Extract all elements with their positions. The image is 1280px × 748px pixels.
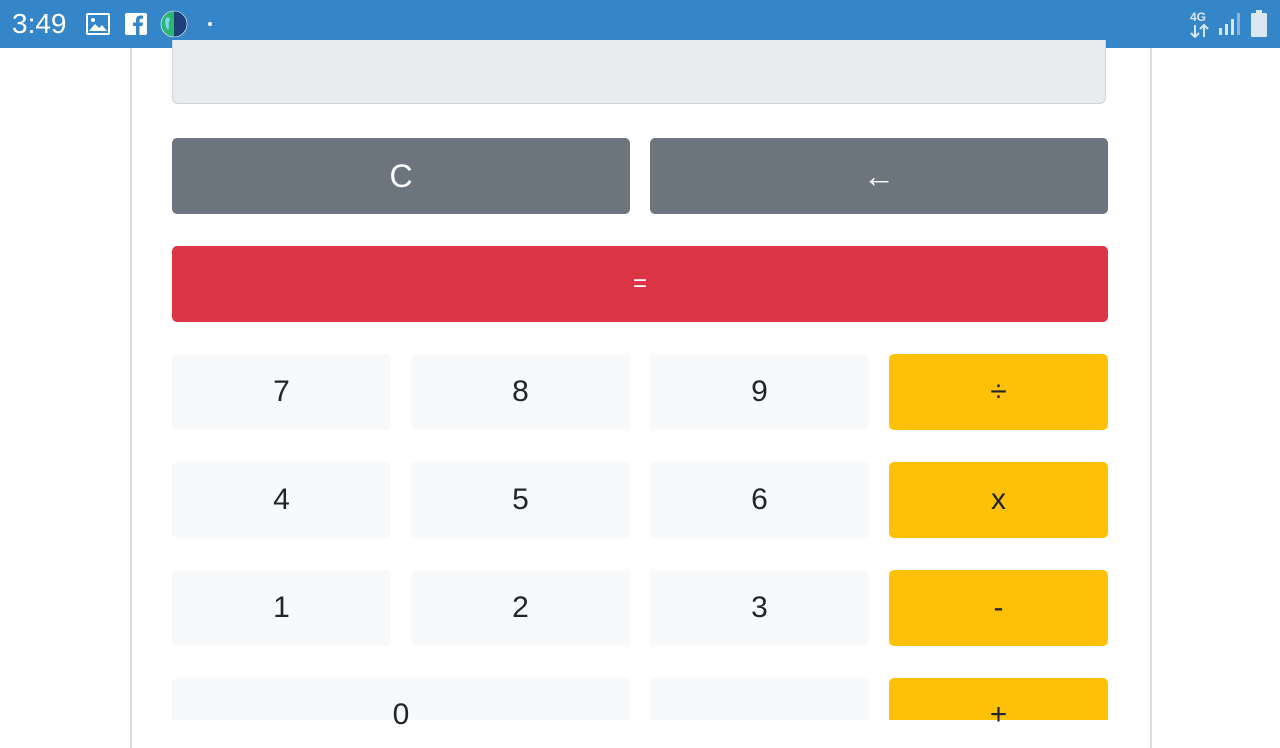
notification-dot-icon — [208, 22, 212, 26]
digit-0-button[interactable]: 0 — [172, 678, 630, 731]
digit-1-button[interactable]: 1 — [172, 570, 391, 646]
signal-icon — [1219, 13, 1240, 35]
network-type-label: 4G — [1190, 10, 1207, 24]
battery-icon — [1251, 10, 1267, 37]
clear-button[interactable]: C — [172, 138, 630, 214]
digit-7-button[interactable]: 7 — [172, 354, 391, 430]
digit-4-button[interactable]: 4 — [172, 462, 391, 538]
facebook-icon — [125, 13, 147, 35]
decimal-button[interactable] — [650, 678, 869, 720]
network-indicator: 4G — [1188, 10, 1214, 38]
gallery-icon — [86, 13, 110, 35]
network-arrows-icon — [1190, 24, 1209, 38]
digit-9-button[interactable]: 9 — [650, 354, 869, 430]
digit-8-button[interactable]: 8 — [411, 354, 630, 430]
subtract-button[interactable]: - — [889, 570, 1108, 646]
calculator-display[interactable] — [172, 40, 1106, 104]
digit-5-button[interactable]: 5 — [411, 462, 630, 538]
backspace-button[interactable]: ← — [650, 138, 1108, 214]
globe-icon — [160, 10, 188, 38]
digit-6-button[interactable]: 6 — [650, 462, 869, 538]
multiply-button[interactable]: x — [889, 462, 1108, 538]
status-time: 3:49 — [12, 8, 67, 39]
equals-button[interactable]: = — [172, 246, 1108, 322]
digit-2-button[interactable]: 2 — [411, 570, 630, 646]
add-button[interactable]: + — [889, 678, 1108, 731]
divide-button[interactable]: ÷ — [889, 354, 1108, 430]
digit-3-button[interactable]: 3 — [650, 570, 869, 646]
